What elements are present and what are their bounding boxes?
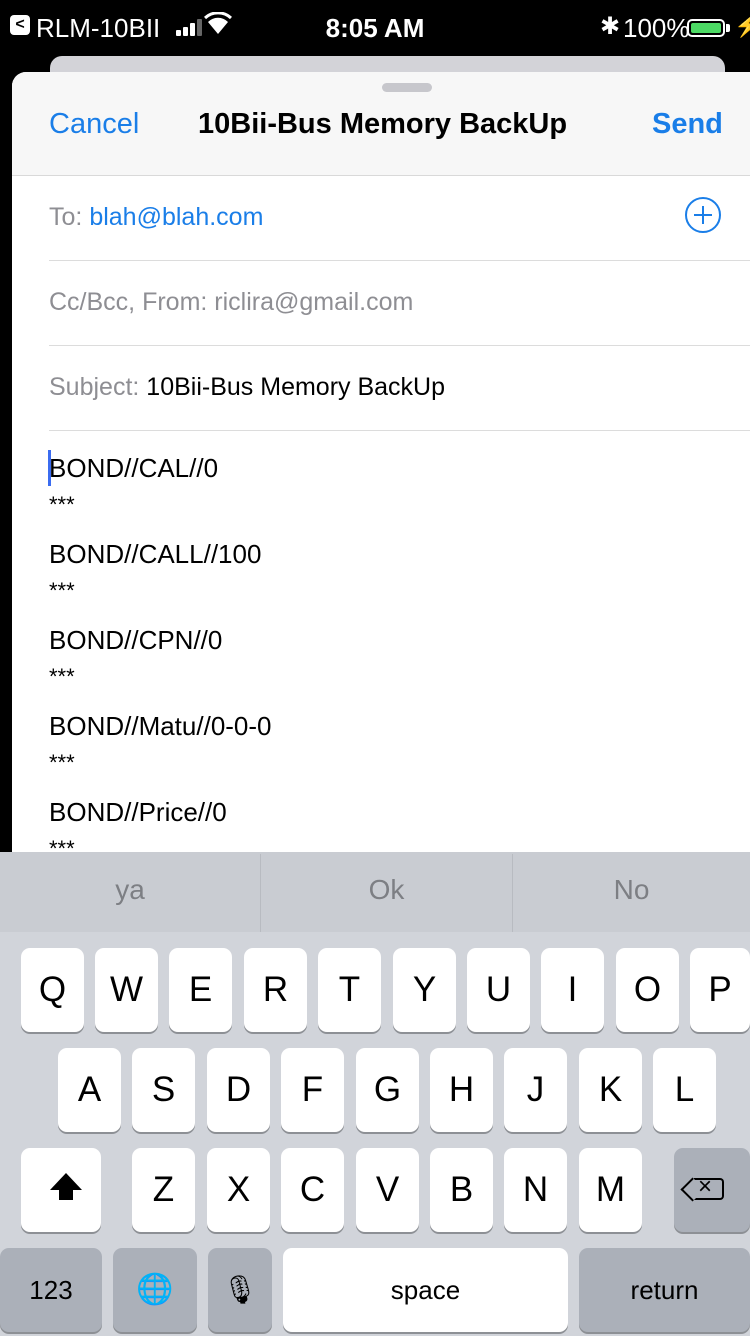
body-line: *** [49,836,75,852]
key-w[interactable]: W [95,948,158,1032]
cancel-button[interactable]: Cancel [49,108,139,141]
body-line: *** [49,578,75,603]
space-key[interactable]: space [283,1248,568,1332]
compose-nav-bar: Cancel 10Bii-Bus Memory BackUp Send [12,72,750,176]
to-recipient[interactable]: blah@blah.com [89,203,263,231]
body-line: *** [49,750,75,775]
globe-icon[interactable]: 🌐 [113,1248,197,1332]
key-a[interactable]: A [58,1048,121,1132]
key-r[interactable]: R [244,948,307,1032]
subject-value[interactable]: 10Bii-Bus Memory BackUp [146,373,445,401]
compose-title: 10Bii-Bus Memory BackUp [198,108,568,140]
text-cursor [48,450,51,486]
from-address[interactable]: riclira@gmail.com [214,288,413,316]
message-body[interactable]: BOND//CAL//0 *** BOND//CALL//100 *** BON… [48,446,739,852]
sheet-grabber[interactable] [382,83,432,92]
key-v[interactable]: V [356,1148,419,1232]
key-x[interactable]: X [207,1148,270,1232]
key-m[interactable]: M [579,1148,642,1232]
key-j[interactable]: J [504,1048,567,1132]
key-p[interactable]: P [690,948,750,1032]
body-line: BOND//CAL//0 [49,453,219,483]
predictive-bar: ya Ok No [0,852,750,932]
return-key[interactable]: return [579,1248,750,1332]
key-s[interactable]: S [132,1048,195,1132]
plus-circle-icon[interactable] [685,197,721,233]
key-k[interactable]: K [579,1048,642,1132]
key-d[interactable]: D [207,1048,270,1132]
bluetooth-icon: ✱ [600,13,621,40]
shift-icon [50,1173,82,1200]
key-z[interactable]: Z [132,1148,195,1232]
microphone-icon[interactable]: 🎙 [208,1248,272,1332]
key-c[interactable]: C [281,1148,344,1232]
key-g[interactable]: G [356,1048,419,1132]
body-line: *** [49,664,75,689]
prediction-suggestion[interactable]: ya [0,852,260,932]
key-e[interactable]: E [169,948,232,1032]
cc-bcc-from-field[interactable]: Cc/Bcc, From: riclira@gmail.com [49,260,750,346]
delete-key[interactable] [674,1148,750,1232]
status-bar: < RLM-10BII 8:05 AM ✱ 100% ⚡ [0,0,750,54]
body-line: BOND//CALL//100 [49,539,262,569]
key-n[interactable]: N [504,1148,567,1232]
shift-key[interactable] [21,1148,101,1232]
key-q[interactable]: Q [21,948,84,1032]
cc-from-label: Cc/Bcc, From: [49,288,208,316]
to-label: To: [49,203,83,231]
body-line: *** [49,492,75,517]
keyboard: ya Ok No Q W E R T Y U I O P A S D F G H… [0,852,750,1336]
prediction-suggestion[interactable]: No [513,852,750,932]
key-t[interactable]: T [318,948,381,1032]
delete-icon [694,1172,724,1202]
numbers-key[interactable]: 123 [0,1248,102,1332]
key-o[interactable]: O [616,948,679,1032]
mail-compose-sheet: Cancel 10Bii-Bus Memory BackUp Send To: … [12,72,750,852]
subject-label: Subject: [49,373,140,401]
battery-percent: 100% [623,13,690,43]
send-button[interactable]: Send [652,108,723,141]
prediction-suggestion[interactable]: Ok [261,852,512,932]
body-line: BOND//Matu//0-0-0 [49,711,272,741]
key-u[interactable]: U [467,948,530,1032]
key-h[interactable]: H [430,1048,493,1132]
battery-icon [687,19,725,37]
key-y[interactable]: Y [393,948,456,1032]
key-i[interactable]: I [541,948,604,1032]
battery-tip [726,24,730,32]
to-field[interactable]: To: blah@blah.com [49,175,750,261]
body-line: BOND//CPN//0 [49,625,223,655]
key-l[interactable]: L [653,1048,716,1132]
body-line: BOND//Price//0 [49,797,227,827]
subject-field[interactable]: Subject: 10Bii-Bus Memory BackUp [49,345,750,431]
key-b[interactable]: B [430,1148,493,1232]
charging-icon: ⚡ [734,13,750,38]
key-f[interactable]: F [281,1048,344,1132]
